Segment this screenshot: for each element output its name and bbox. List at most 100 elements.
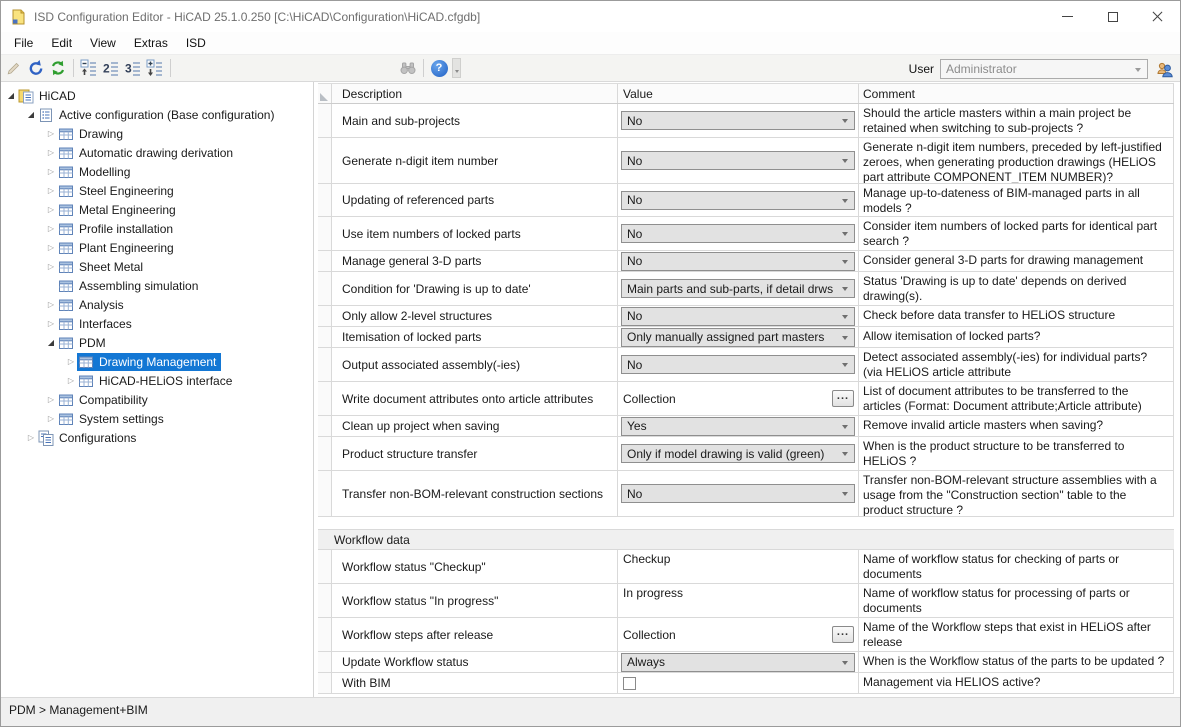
binoculars-icon [399, 59, 417, 77]
tree-expander-icon[interactable]: ▷ [45, 414, 57, 423]
tree-item-sheet-metal[interactable]: ▷Sheet Metal [1, 257, 313, 276]
menu-item-extras[interactable]: Extras [125, 33, 177, 53]
user-switch-button[interactable] [1153, 58, 1175, 80]
tree-expander-icon[interactable]: ▷ [45, 148, 57, 157]
menu-item-file[interactable]: File [5, 33, 42, 53]
tree-item-active-configuration-base-configuration[interactable]: ◢Active configuration (Base configuratio… [1, 105, 313, 124]
expand-level-3-button[interactable]: 3 [122, 57, 144, 79]
tree-expander-icon[interactable]: ◢ [5, 91, 17, 100]
tree-node[interactable]: Configurations [37, 429, 141, 447]
value-dropdown[interactable]: No [621, 307, 855, 326]
tree-expander-icon[interactable]: ◢ [25, 110, 37, 119]
edit-button[interactable] [3, 57, 25, 79]
column-header-description: Description [332, 84, 618, 103]
tree-expander-icon[interactable]: ▷ [65, 357, 77, 366]
maximize-button[interactable] [1090, 1, 1135, 32]
tree-item-plant-engineering[interactable]: ▷Plant Engineering [1, 238, 313, 257]
value-dropdown[interactable]: Main parts and sub-parts, if detail drws [621, 279, 855, 298]
value-checkbox[interactable] [623, 677, 636, 690]
chevron-down-icon [842, 199, 848, 203]
value-dropdown[interactable]: Only if model drawing is valid (green) [621, 444, 855, 463]
setting-comment: Consider general 3-D parts for drawing m… [863, 253, 1143, 267]
tree-expander-icon[interactable]: ▷ [45, 167, 57, 176]
tree-node[interactable]: HiCAD [17, 87, 81, 105]
tree-node[interactable]: Drawing [57, 125, 128, 143]
tree-item-automatic-drawing-derivation[interactable]: ▷Automatic drawing derivation [1, 143, 313, 162]
value-dropdown[interactable]: Yes [621, 417, 855, 436]
tree-expander-icon[interactable]: ▷ [45, 205, 57, 214]
tree-node[interactable]: Active configuration (Base configuration… [37, 106, 279, 124]
menu-item-isd[interactable]: ISD [177, 33, 215, 53]
value-dropdown[interactable]: No [621, 191, 855, 210]
tree-item-system-settings[interactable]: ▷System settings [1, 409, 313, 428]
select-all-corner-icon[interactable] [320, 93, 328, 101]
toolbar-overflow[interactable] [452, 58, 461, 78]
tree-node[interactable]: Modelling [57, 163, 135, 181]
value-dropdown[interactable]: No [621, 252, 855, 271]
tree-item-assembling-simulation[interactable]: Assembling simulation [1, 276, 313, 295]
value-dropdown[interactable]: No [621, 151, 855, 170]
svg-text:2: 2 [103, 62, 110, 76]
tree-item-hicad-helios-interface[interactable]: ▷HiCAD-HELiOS interface [1, 371, 313, 390]
expand-level-2-button[interactable]: 2 [100, 57, 122, 79]
setting-description: Itemisation of locked parts [342, 330, 481, 344]
tree-item-hicad[interactable]: ◢HiCAD [1, 86, 313, 105]
tree-node[interactable]: HiCAD-HELiOS interface [77, 372, 237, 390]
minimize-button[interactable] [1045, 1, 1090, 32]
value-dropdown[interactable]: No [621, 224, 855, 243]
tree-item-interfaces[interactable]: ▷Interfaces [1, 314, 313, 333]
tree-item-drawing-management[interactable]: ▷Drawing Management [1, 352, 313, 371]
value-dropdown[interactable]: Always [621, 653, 855, 672]
menu-item-edit[interactable]: Edit [42, 33, 81, 53]
collection-edit-button[interactable]: ... [832, 626, 854, 643]
tree-node[interactable]: Plant Engineering [57, 239, 179, 257]
tree-item-metal-engineering[interactable]: ▷Metal Engineering [1, 200, 313, 219]
tree-node[interactable]: Automatic drawing derivation [57, 144, 238, 162]
tree-node[interactable]: System settings [57, 410, 169, 428]
tree-node[interactable]: Interfaces [57, 315, 137, 333]
value-dropdown[interactable]: No [621, 355, 855, 374]
tree-expander-icon[interactable]: ▷ [45, 224, 57, 233]
tree-node[interactable]: Sheet Metal [57, 258, 148, 276]
tree-expander-icon[interactable]: ◢ [45, 338, 57, 347]
tree-item-configurations[interactable]: ▷Configurations [1, 428, 313, 447]
collection-value: Collection [623, 392, 676, 406]
value-dropdown[interactable]: No [621, 484, 855, 503]
undo-button[interactable] [25, 57, 47, 79]
value-dropdown[interactable]: Only manually assigned part masters [621, 328, 855, 347]
tree-expander-icon[interactable]: ▷ [45, 186, 57, 195]
tree-item-steel-engineering[interactable]: ▷Steel Engineering [1, 181, 313, 200]
tree-item-profile-installation[interactable]: ▷Profile installation [1, 219, 313, 238]
tree-node[interactable]: Steel Engineering [57, 182, 179, 200]
tree-item-pdm[interactable]: ◢PDM [1, 333, 313, 352]
tree-expander-icon[interactable]: ▷ [45, 300, 57, 309]
tree-node[interactable]: Drawing Management [77, 353, 221, 371]
close-button[interactable] [1135, 1, 1180, 32]
tree-item-compatibility[interactable]: ▷Compatibility [1, 390, 313, 409]
tree-node[interactable]: PDM [57, 334, 111, 352]
search-button[interactable] [397, 57, 419, 79]
collapse-tree-button[interactable] [78, 57, 100, 79]
tree-item-drawing[interactable]: ▷Drawing [1, 124, 313, 143]
collection-edit-button[interactable]: ... [832, 390, 854, 407]
tree-item-analysis[interactable]: ▷Analysis [1, 295, 313, 314]
tree-node[interactable]: Profile installation [57, 220, 178, 238]
refresh-button[interactable] [47, 57, 69, 79]
tree-expander-icon[interactable]: ▷ [45, 262, 57, 271]
tree-expander-icon[interactable]: ▷ [45, 395, 57, 404]
tree-expander-icon[interactable]: ▷ [45, 319, 57, 328]
expand-tree-button[interactable] [144, 57, 166, 79]
tree-node[interactable]: Compatibility [57, 391, 153, 409]
tree-node[interactable]: Analysis [57, 296, 129, 314]
help-button[interactable] [428, 57, 450, 79]
tree-node[interactable]: Metal Engineering [57, 201, 181, 219]
user-select[interactable]: Administrator [940, 59, 1148, 79]
tree-expander-icon[interactable]: ▷ [25, 433, 37, 442]
tree-node[interactable]: Assembling simulation [57, 277, 203, 295]
tree-expander-icon[interactable]: ▷ [45, 243, 57, 252]
tree-expander-icon[interactable]: ▷ [65, 376, 77, 385]
tree-expander-icon[interactable]: ▷ [45, 129, 57, 138]
tree-item-modelling[interactable]: ▷Modelling [1, 162, 313, 181]
menu-item-view[interactable]: View [81, 33, 125, 53]
value-dropdown[interactable]: No [621, 111, 855, 130]
